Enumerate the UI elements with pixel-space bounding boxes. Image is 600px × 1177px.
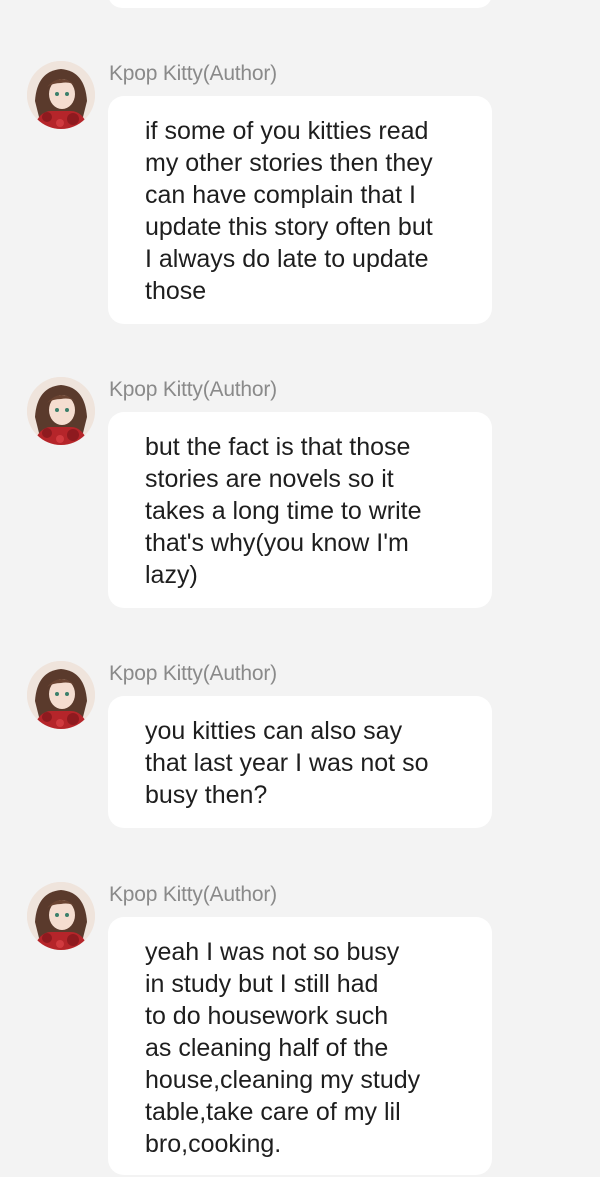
message-bubble: you kitties can also say that last year … bbox=[108, 696, 492, 828]
message-text: you kitties can also say that last year … bbox=[145, 717, 429, 809]
author-name[interactable]: Kpop Kitty(Author) bbox=[109, 662, 277, 686]
author-avatar[interactable] bbox=[27, 61, 95, 129]
message-text: but the fact is that those stories are n… bbox=[145, 433, 422, 589]
message-bubble: but the fact is that those stories are n… bbox=[108, 412, 492, 608]
author-name[interactable]: Kpop Kitty(Author) bbox=[109, 883, 277, 907]
anime-girl-avatar-icon bbox=[27, 882, 95, 950]
author-avatar[interactable] bbox=[27, 882, 95, 950]
anime-girl-avatar-icon bbox=[27, 61, 95, 129]
anime-girl-avatar-icon bbox=[27, 661, 95, 729]
message-text: if some of you kitties read my other sto… bbox=[145, 117, 433, 305]
author-name[interactable]: Kpop Kitty(Author) bbox=[109, 62, 277, 86]
message-bubble: if some of you kitties read my other sto… bbox=[108, 96, 492, 324]
author-avatar[interactable] bbox=[27, 661, 95, 729]
message-bubble: yeah I was not so busy in study but I st… bbox=[108, 917, 492, 1175]
author-avatar[interactable] bbox=[27, 377, 95, 445]
message-text: yeah I was not so busy in study but I st… bbox=[145, 938, 421, 1158]
anime-girl-avatar-icon bbox=[27, 377, 95, 445]
previous-message-bubble bbox=[108, 0, 492, 8]
author-name[interactable]: Kpop Kitty(Author) bbox=[109, 378, 277, 402]
